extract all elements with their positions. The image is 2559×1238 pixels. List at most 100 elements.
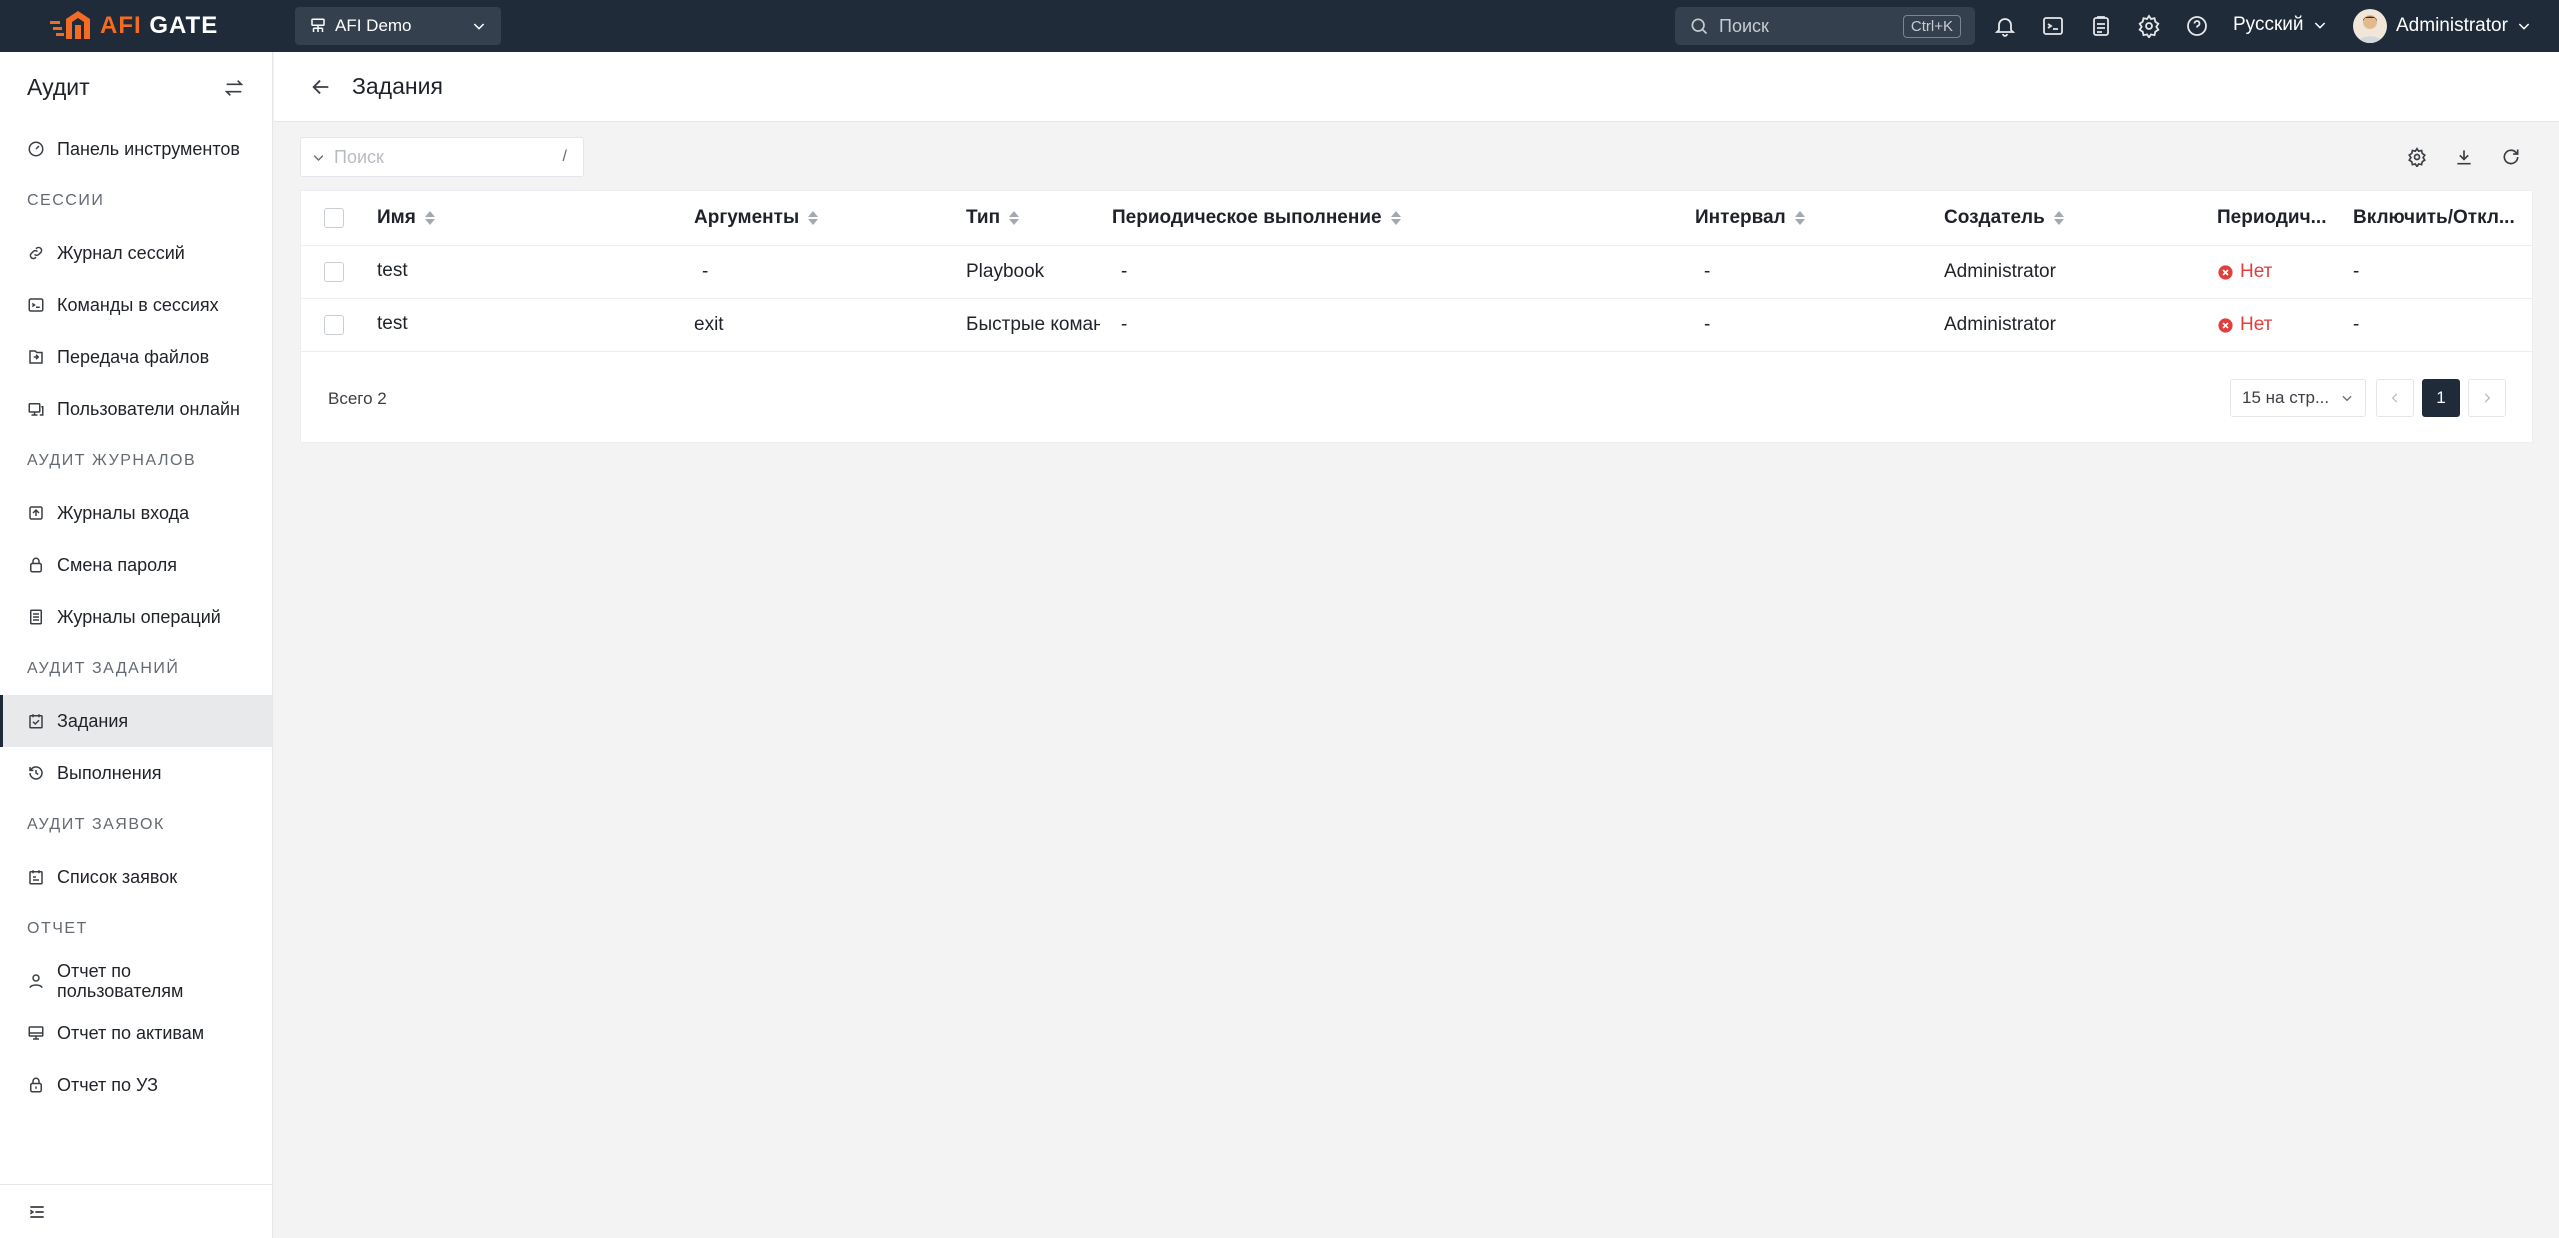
column-header-name[interactable]: Имя [377, 191, 435, 245]
table-row[interactable]: test exit Быстрые коман - - Administrato… [301, 299, 2532, 352]
close-circle-icon [2218, 317, 2233, 333]
cell-periodic: - [1121, 314, 1128, 335]
user-name: Administrator [2396, 15, 2508, 36]
sidebar-item-label: Панель инструментов [57, 138, 240, 159]
sidebar-section-report: ОТЧЕТ [27, 920, 88, 937]
organization-icon [311, 18, 325, 32]
sidebar-item-label: Отчет по пользователям [57, 961, 184, 1001]
select-all-checkbox[interactable] [324, 208, 344, 228]
cell-toggle[interactable]: - [2353, 299, 2359, 351]
sidebar-section-logs: АУДИТ ЖУРНАЛОВ [27, 452, 197, 469]
sidebar-item-dashboard[interactable]: Панель инструментов [0, 123, 272, 175]
close-circle-icon [2218, 264, 2233, 280]
sidebar-item-ticket-list[interactable]: Список заявок [0, 851, 272, 903]
sidebar-item-asset-report[interactable]: Отчет по активам [0, 1007, 272, 1059]
sidebar-item-user-report[interactable]: Отчет по пользователям [0, 955, 272, 1007]
desktop-icon [28, 1026, 44, 1040]
cell-creator: Administrator [1944, 261, 2056, 282]
history-icon [29, 766, 43, 780]
top-bar: AFI GATE AFI Demo Поиск Ctrl+K Русский A… [0, 0, 2559, 52]
row-checkbox[interactable] [324, 315, 344, 335]
cell-name[interactable]: test [377, 246, 408, 298]
status-badge: Нет [2217, 246, 2272, 298]
chevron-down-icon[interactable] [311, 150, 326, 165]
cell-creator: Administrator [1944, 314, 2056, 335]
sidebar-item-label: Отчет по активам [57, 1022, 205, 1043]
arrow-left-icon[interactable] [310, 76, 332, 98]
page-button-current[interactable]: 1 [2422, 379, 2460, 417]
sidebar-item-session-commands[interactable]: Команды в сессиях [0, 279, 272, 331]
brand-logo[interactable]: AFI GATE [50, 9, 218, 43]
login-icon [29, 506, 43, 520]
sort-icon[interactable] [1009, 211, 1020, 225]
sort-icon[interactable] [2053, 211, 2064, 225]
row-checkbox[interactable] [324, 262, 344, 282]
user-menu[interactable]: Administrator [2353, 9, 2532, 43]
table-row[interactable]: test - Playbook - - Administrator Нет - [301, 246, 2532, 299]
organization-select[interactable]: AFI Demo [295, 7, 501, 45]
sidebar-section-jobs: АУДИТ ЗАДАНИЙ [27, 660, 180, 677]
refresh-icon[interactable] [2501, 147, 2521, 167]
sidebar-section-sessions: СЕССИИ [27, 192, 105, 209]
sidebar-item-label: Команды в сессиях [57, 294, 219, 315]
column-header-args[interactable]: Аргументы [694, 191, 819, 245]
help-icon[interactable] [2185, 14, 2209, 38]
sidebar: Аудит Панель инструментов СЕССИИ Журнал … [0, 52, 273, 1238]
download-icon[interactable] [2454, 147, 2474, 167]
sidebar-item-login-logs[interactable]: Журналы входа [0, 487, 272, 539]
sort-icon[interactable] [424, 211, 435, 225]
column-header-toggle[interactable]: Включить/Откл... [2353, 191, 2523, 245]
gear-icon[interactable] [2407, 147, 2427, 167]
terminal-icon[interactable] [2041, 14, 2065, 38]
sidebar-item-label: Журналы операций [57, 606, 221, 627]
column-header-periodic[interactable]: Периодическое выполнение [1112, 191, 1401, 245]
cell-args: - [702, 261, 709, 282]
language-label: Русский [2233, 14, 2304, 35]
collapse-menu-icon[interactable] [27, 1202, 47, 1222]
page-size-select[interactable]: 15 на стр... [2230, 379, 2366, 417]
swap-icon[interactable] [223, 77, 245, 99]
next-page-button[interactable] [2468, 379, 2506, 417]
sidebar-item-label: Пользователи онлайн [57, 398, 240, 419]
cell-type: Быстрые коман [966, 314, 1100, 335]
search-shortcut: Ctrl+K [1902, 14, 1961, 38]
table-search-input[interactable]: Поиск / [300, 137, 584, 177]
sidebar-item-operation-logs[interactable]: Журналы операций [0, 591, 272, 643]
file-transfer-icon [29, 350, 43, 364]
column-header-creator[interactable]: Создатель [1944, 191, 2064, 245]
cell-type: Playbook [966, 261, 1045, 282]
global-search-input[interactable]: Поиск Ctrl+K [1675, 7, 1975, 45]
chevron-down-icon [2314, 22, 2325, 29]
cell-periodic: - [1121, 261, 1128, 282]
cell-toggle[interactable]: - [2353, 246, 2359, 298]
table-search-shortcut: / [562, 148, 567, 165]
dashboard-icon [28, 141, 44, 157]
sidebar-item-executions[interactable]: Выполнения [0, 747, 272, 799]
sort-icon[interactable] [808, 211, 819, 225]
sidebar-item-label: Задания [57, 710, 129, 731]
bell-icon[interactable] [1993, 14, 2017, 38]
sort-icon[interactable] [1794, 211, 1805, 225]
sidebar-title: Аудит [27, 74, 90, 100]
chevron-left-icon [2391, 393, 2398, 403]
column-header-periodic-short[interactable]: Периодич... [2217, 191, 2337, 245]
table-search-placeholder: Поиск [334, 146, 384, 167]
cell-name[interactable]: test [377, 299, 408, 351]
sidebar-item-password-change[interactable]: Смена пароля [0, 539, 272, 591]
column-header-type[interactable]: Тип [966, 191, 1020, 245]
sidebar-item-file-transfer[interactable]: Передача файлов [0, 331, 272, 383]
sidebar-item-label: Передача файлов [57, 346, 210, 367]
clipboard-icon[interactable] [2089, 14, 2113, 38]
column-header-interval[interactable]: Интервал [1695, 191, 1805, 245]
avatar-icon [2357, 15, 2383, 43]
gear-icon[interactable] [2137, 14, 2161, 38]
sidebar-item-jobs[interactable]: Задания [0, 695, 272, 747]
sidebar-item-account-report[interactable]: Отчет по УЗ [0, 1059, 272, 1111]
prev-page-button[interactable] [2376, 379, 2414, 417]
sidebar-item-label: Смена пароля [57, 554, 177, 575]
sidebar-item-online-users[interactable]: Пользователи онлайн [0, 383, 272, 435]
sidebar-item-session-log[interactable]: Журнал сессий [0, 227, 272, 279]
language-select[interactable]: Русский [2233, 14, 2328, 36]
document-list-icon [30, 609, 42, 625]
sort-icon[interactable] [1390, 211, 1401, 225]
